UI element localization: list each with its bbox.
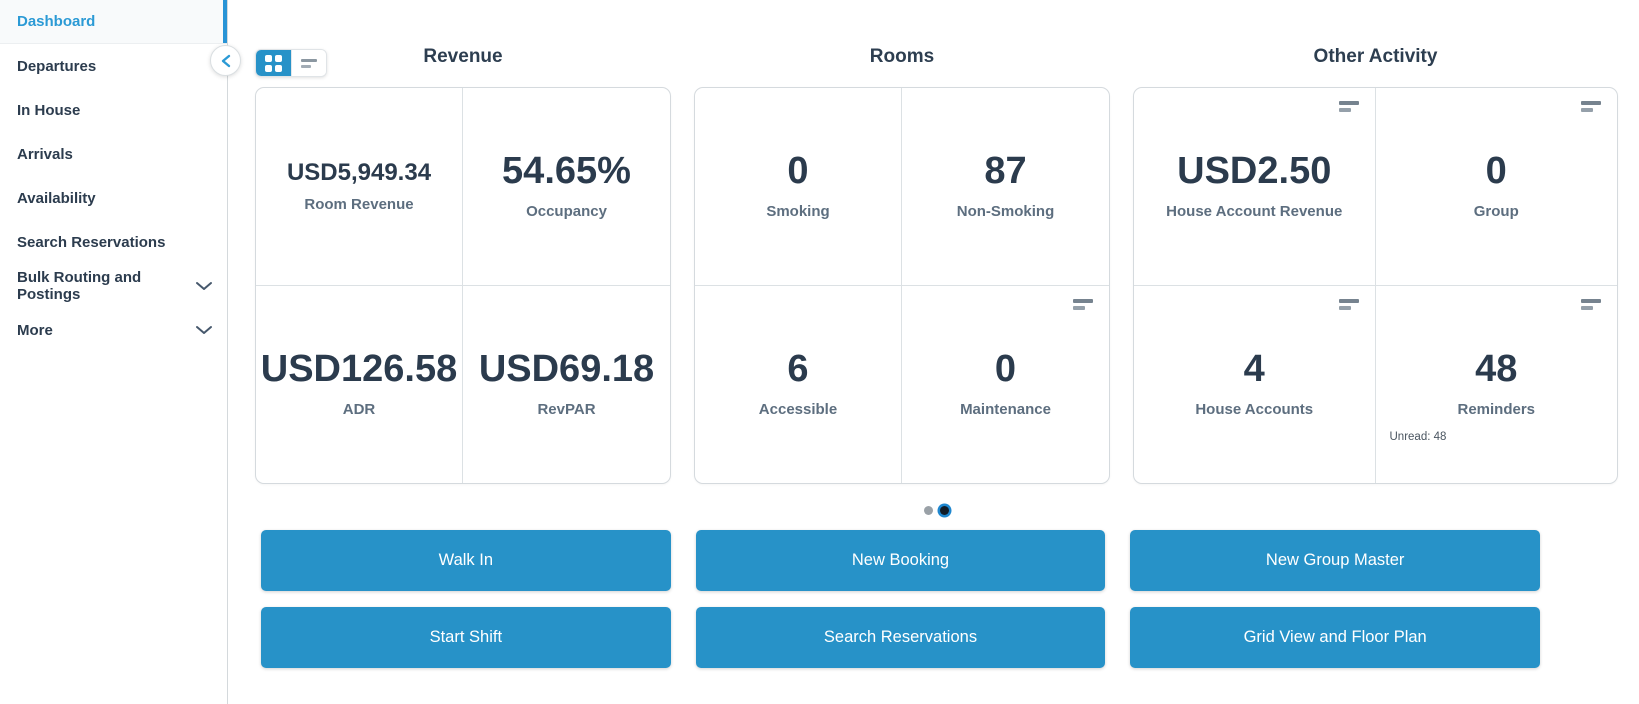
metric-label: Smoking (766, 203, 830, 221)
sidebar-collapse-button[interactable] (210, 45, 241, 76)
walk-in-button[interactable]: Walk In (261, 530, 671, 591)
sidebar-item-label: Bulk Routing and Postings (17, 269, 142, 303)
metric-cell-revpar: USD69.18 RevPAR (463, 286, 670, 484)
sidebar-item-search-reservations[interactable]: Search Reservations (0, 220, 227, 264)
quick-actions: Walk In New Booking New Group Master Sta… (261, 530, 1540, 668)
sidebar-item-more[interactable]: More (0, 308, 227, 352)
section-title-rooms: Rooms (869, 46, 935, 67)
sidebar-item-label: Dashboard (17, 13, 96, 30)
metric-label: Group (1473, 203, 1519, 221)
metric-label: House Accounts (1195, 401, 1314, 419)
new-booking-button[interactable]: New Booking (695, 530, 1106, 591)
sidebar-item-arrivals[interactable]: Arrivals (0, 132, 227, 176)
metric-cell-group: 0 Group (1375, 88, 1617, 286)
metric-value: 6 (787, 348, 809, 391)
metric-value: 4 (1243, 348, 1265, 391)
metric-cell-accessible: 6 Accessible (695, 285, 902, 483)
metric-label: House Account Revenue (1166, 203, 1343, 221)
metric-value: USD69.18 (478, 348, 655, 391)
sidebar-item-dashboard[interactable]: Dashboard (0, 0, 227, 44)
new-group-master-button[interactable]: New Group Master (1130, 530, 1540, 591)
metric-value: USD5,949.34 (286, 158, 432, 186)
unread-count: Unread: 48 (1389, 431, 1447, 443)
sidebar-item-label: Availability (17, 189, 96, 207)
section-title-other-activity: Other Activity (1313, 46, 1438, 67)
metric-value: 0 (994, 348, 1017, 391)
carousel-dot-2[interactable] (940, 506, 949, 515)
list-lines-icon (301, 58, 317, 68)
metric-label: Reminders (1457, 401, 1536, 419)
chevron-left-icon (220, 54, 231, 68)
metric-cell-reminders: 48 Reminders Unread: 48 (1376, 286, 1618, 484)
metric-label: Maintenance (960, 401, 1051, 419)
metric-label: ADR (342, 401, 376, 419)
cell-menu-lines-icon[interactable] (1581, 298, 1601, 310)
rooms-card: 0 Smoking 87 Non-Smoking 6 Accessible 0 … (694, 87, 1110, 484)
carousel-dots (255, 504, 1618, 517)
metric-value: USD126.58 (260, 348, 458, 391)
section-headers: Revenue Rooms Other Activity (255, 44, 1618, 70)
sidebar-item-bulk-routing-and-postings[interactable]: Bulk Routing and Postings (0, 264, 227, 308)
chevron-down-icon (195, 325, 213, 335)
carousel-dot-1[interactable] (924, 506, 933, 515)
search-reservations-button[interactable]: Search Reservations (695, 607, 1106, 668)
cell-menu-lines-icon[interactable] (1338, 101, 1359, 112)
revenue-card: USD5,949.34 Room Revenue 54.65% Occupanc… (255, 87, 671, 484)
metric-value: 87 (984, 150, 1027, 193)
grid-view-and-floor-plan-button[interactable]: Grid View and Floor Plan (1130, 607, 1540, 668)
cell-menu-lines-icon[interactable] (1338, 298, 1359, 310)
metric-cards: USD5,949.34 Room Revenue 54.65% Occupanc… (255, 87, 1618, 484)
cell-menu-lines-icon[interactable] (1073, 298, 1093, 310)
grid-icon (265, 54, 282, 72)
metric-cell-non-smoking: 87 Non-Smoking (902, 88, 1109, 286)
metric-label: RevPAR (537, 401, 596, 419)
metric-label: Room Revenue (304, 195, 414, 213)
sidebar-item-label: In House (17, 101, 81, 119)
sidebar: Dashboard Departures In House Arrivals A… (0, 0, 228, 704)
metric-label: Non-Smoking (956, 203, 1055, 221)
sidebar-item-label: Search Reservations (17, 233, 166, 251)
start-shift-button[interactable]: Start Shift (261, 607, 671, 668)
sidebar-item-in-house[interactable]: In House (0, 88, 227, 132)
cell-menu-lines-icon[interactable] (1581, 101, 1601, 112)
metric-cell-room-revenue: USD5,949.34 Room Revenue (256, 88, 463, 286)
list-view-button[interactable] (291, 50, 326, 76)
grid-view-button[interactable] (256, 50, 291, 76)
view-toggle (255, 49, 327, 77)
chevron-down-icon (195, 281, 213, 291)
metric-cell-occupancy: 54.65% Occupancy (463, 88, 670, 286)
metric-cell-adr: USD126.58 ADR (256, 285, 463, 483)
metric-value: 54.65% (502, 150, 631, 193)
metric-value: USD2.50 (1177, 150, 1332, 193)
sidebar-item-label: More (17, 321, 53, 339)
dashboard-main: Revenue Rooms Other Activity USD5,949.34… (228, 0, 1639, 704)
metric-cell-smoking: 0 Smoking (695, 88, 902, 286)
metric-value: 48 (1475, 348, 1518, 391)
other-activity-card: USD2.50 House Account Revenue 0 Group 4 … (1133, 87, 1618, 484)
sidebar-item-availability[interactable]: Availability (0, 176, 227, 220)
metric-value: 0 (787, 150, 809, 193)
metric-value: 0 (1485, 150, 1507, 193)
sidebar-item-label: Arrivals (17, 145, 73, 163)
metric-label: Accessible (758, 401, 838, 419)
metric-cell-maintenance: 0 Maintenance (902, 286, 1109, 484)
metric-cell-house-accounts: 4 House Accounts (1134, 285, 1376, 483)
metric-label: Occupancy (526, 203, 607, 221)
metric-cell-house-account-revenue: USD2.50 House Account Revenue (1134, 88, 1376, 286)
sidebar-item-label: Departures (17, 57, 97, 75)
sidebar-item-departures[interactable]: Departures (0, 44, 227, 88)
